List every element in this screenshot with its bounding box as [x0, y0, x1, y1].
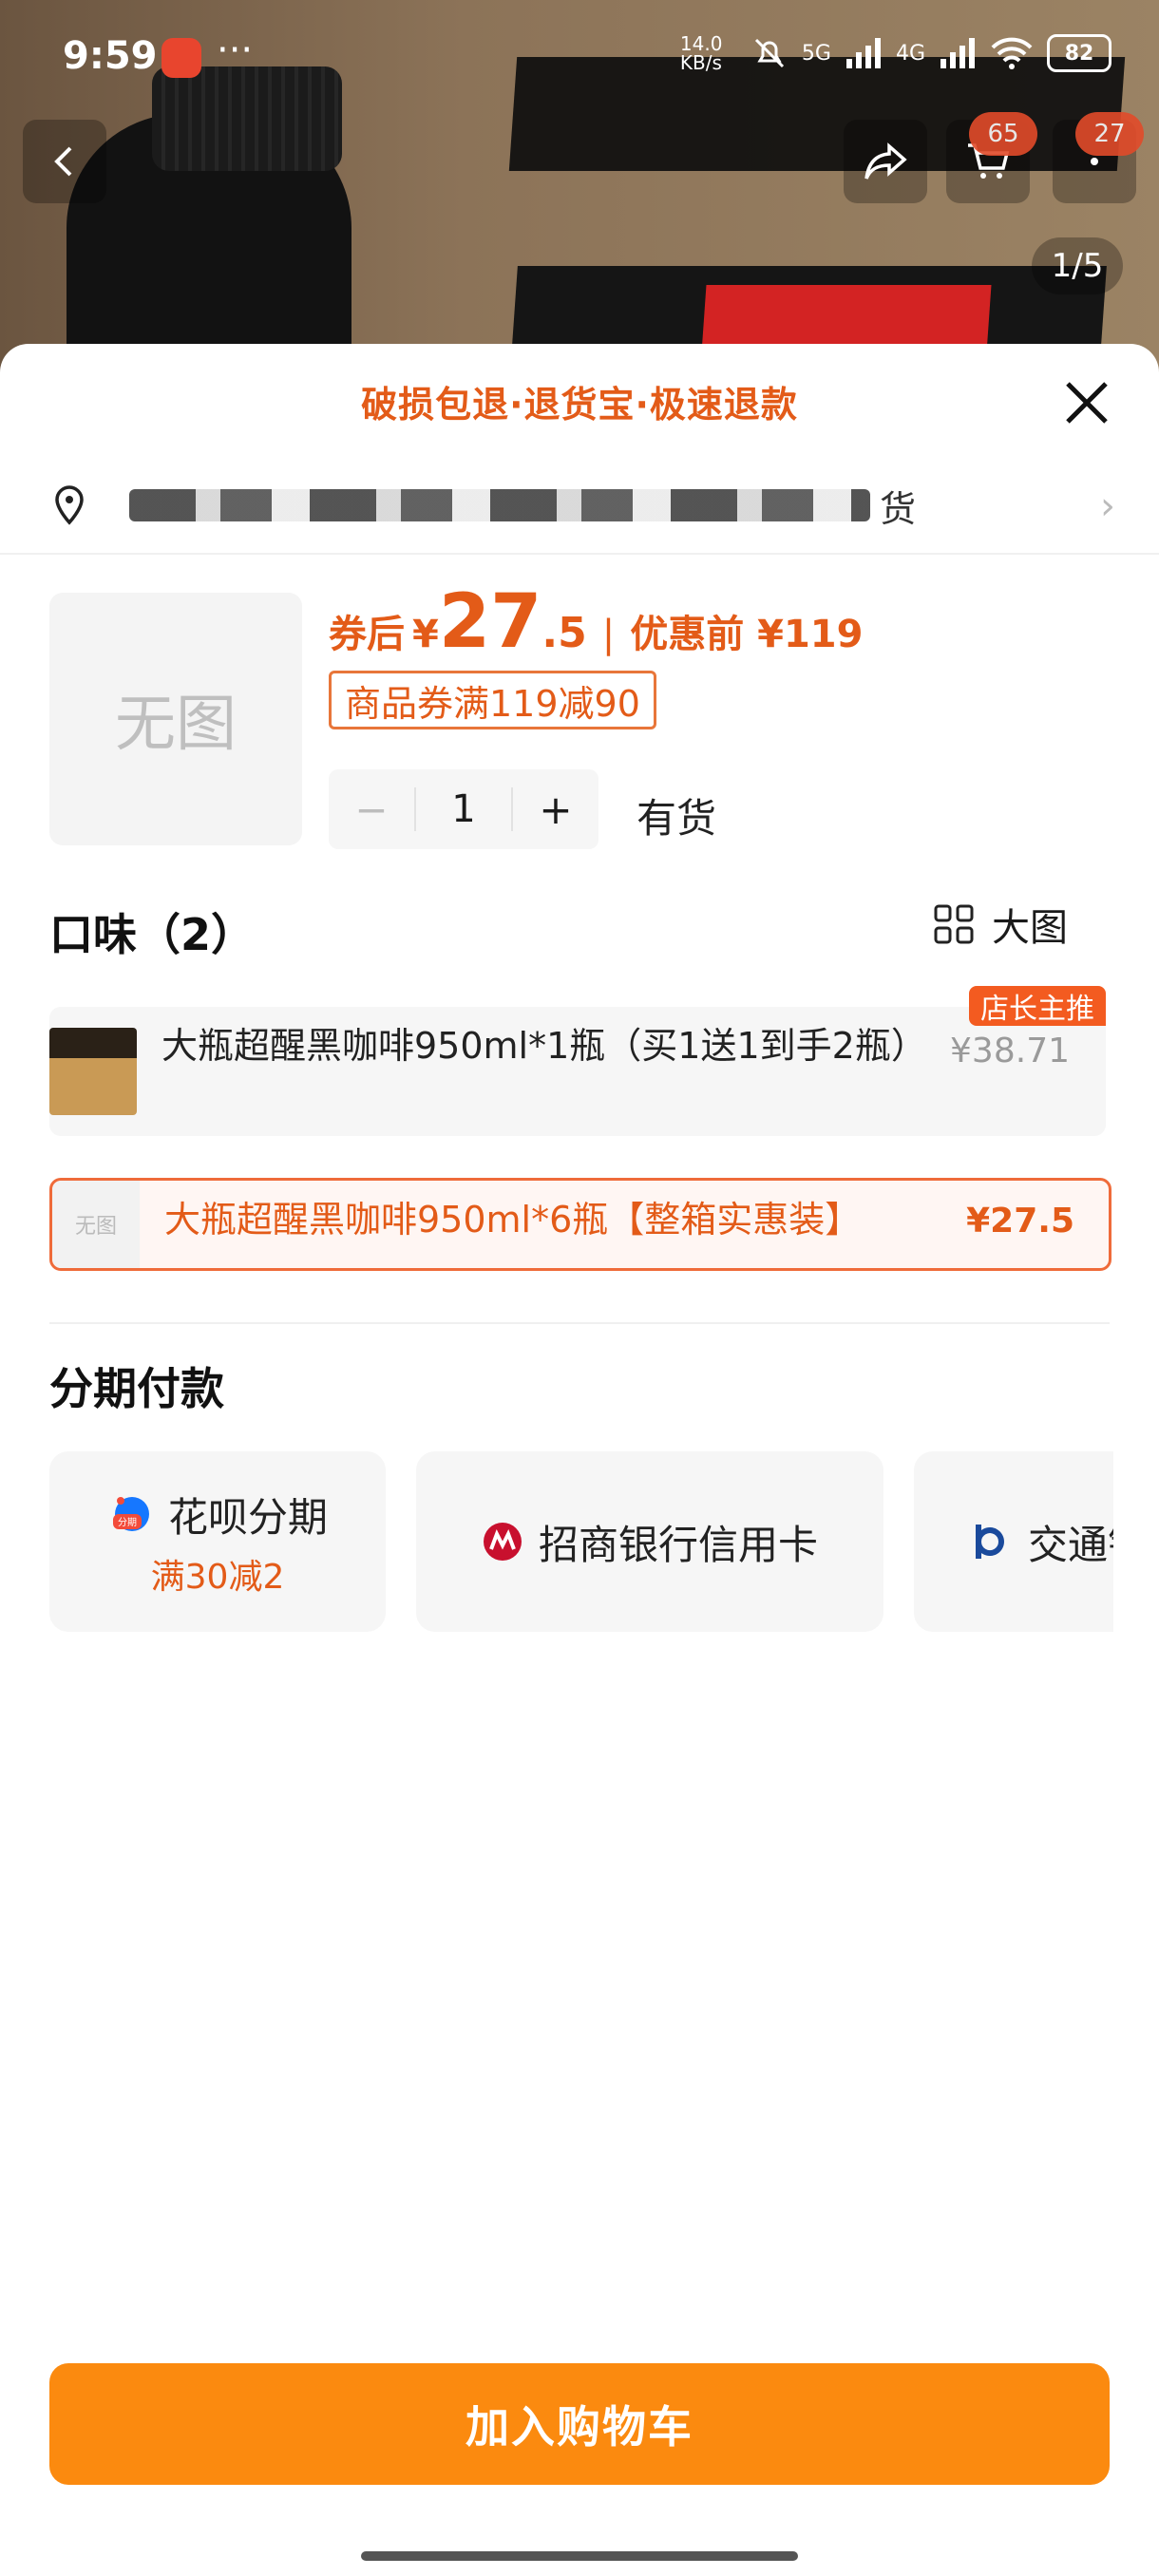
variant-option-1[interactable]: 大瓶超醒黑咖啡950ml*1瓶（买1送1到手2瓶） ¥38.71 店长主推: [49, 986, 1106, 1136]
wifi-icon: [991, 37, 1033, 69]
huabei-icon: 分期: [112, 1497, 149, 1531]
original-price: 优惠前 ¥119: [630, 613, 864, 656]
installment-name: 交通银行信用卡: [1028, 1521, 1113, 1568]
cart-button[interactable]: 65: [946, 112, 1037, 203]
signal-bars-icon-2: [940, 38, 975, 68]
service-guarantee-banner: 破损包退·退货宝·极速退款: [361, 383, 798, 426]
quantity-stepper: − 1 +: [329, 769, 598, 849]
chevron-right-icon: ›: [1100, 484, 1115, 528]
more-button[interactable]: 27: [1053, 112, 1144, 203]
app-notification-icon: [162, 38, 201, 78]
variant-thumbnail: [49, 1028, 137, 1115]
mute-icon: [754, 38, 784, 68]
status-bar: 9:59 ··· 14.0 KB/s 5G 4G 82: [0, 0, 1159, 114]
installment-name: 招商银行信用卡: [538, 1521, 818, 1568]
installment-option-cmb[interactable]: 招商银行信用卡: [416, 1451, 884, 1632]
variant-option-2-selected[interactable]: 无图 大瓶超醒黑咖啡950ml*6瓶【整箱实惠装】 ¥27.5: [49, 1178, 1112, 1271]
installment-section-title: 分期付款: [49, 1363, 224, 1414]
cmb-icon: [483, 1523, 522, 1561]
coupon-badge: 商品券满119减90: [329, 671, 656, 729]
net-speed: 14.0 KB/s: [679, 32, 723, 74]
location-pin-icon: [55, 485, 84, 525]
flavor-section-title: 口味（2）: [49, 909, 256, 960]
image-index-indicator: 1/5: [1032, 237, 1123, 294]
home-indicator[interactable]: [361, 2551, 798, 2561]
price-separator: |: [601, 613, 616, 656]
bocom-icon: [976, 1525, 1004, 1559]
close-icon: [1066, 382, 1108, 424]
big-image-toggle[interactable]: 大图: [933, 897, 1068, 952]
big-image-label: 大图: [992, 906, 1068, 950]
price-integer: 27: [438, 579, 542, 665]
variant-price: ¥27.5: [966, 1202, 1074, 1241]
variant-price: ¥38.71: [950, 1032, 1070, 1070]
variant-name: 大瓶超醒黑咖啡950ml*1瓶（买1送1到手2瓶）: [162, 1025, 927, 1067]
share-button[interactable]: [844, 120, 927, 203]
signal-bars-icon: [846, 38, 881, 68]
signal-4g-label: 4G: [895, 41, 925, 66]
installment-option-huabei[interactable]: 分期 花呗分期 满30减2: [49, 1451, 386, 1632]
variant-name: 大瓶超醒黑咖啡950ml*6瓶【整箱实惠装】: [164, 1199, 862, 1241]
stock-status: 有货: [636, 795, 717, 842]
address-suffix: 货: [880, 487, 917, 530]
recommended-tag: 店长主推: [969, 986, 1106, 1026]
add-to-cart-button[interactable]: 加入购物车: [49, 2363, 1110, 2485]
signal-5g-label: 5G: [801, 41, 831, 66]
status-icons: 14.0 KB/s 5G 4G 82: [680, 34, 1112, 72]
variant-thumbnail-placeholder: 无图: [52, 1181, 140, 1268]
battery-icon: 82: [1047, 34, 1112, 72]
cart-count-badge: 65: [969, 112, 1037, 156]
close-button[interactable]: [1056, 372, 1117, 433]
decrease-quantity-button[interactable]: −: [329, 786, 414, 833]
quantity-value[interactable]: 1: [414, 787, 513, 831]
increase-quantity-button[interactable]: +: [513, 786, 598, 833]
sku-selection-sheet: 破损包退·退货宝·极速退款 货 › 无图 券后 ¥ 27 .5 | 优惠前 ¥1…: [0, 344, 1159, 2576]
back-button[interactable]: [23, 120, 106, 203]
more-notifications-icon: ···: [217, 28, 254, 72]
installment-name: 花呗分期: [167, 1493, 328, 1541]
price-currency: ¥: [412, 613, 439, 656]
address-text-redacted: [129, 489, 870, 521]
price-row: 券后 ¥ 27 .5 | 优惠前 ¥119: [329, 579, 863, 665]
section-divider: [49, 1322, 1110, 1324]
share-icon: [864, 142, 907, 180]
grid-icon: [934, 904, 974, 944]
delivery-address-row[interactable]: 货 ›: [0, 458, 1159, 555]
selected-sku-thumbnail[interactable]: 无图: [49, 593, 302, 845]
installment-option-bocom[interactable]: 交通银行信用卡: [914, 1451, 1113, 1632]
svg-text:分期: 分期: [118, 1517, 137, 1528]
chevron-left-icon: [54, 146, 72, 177]
installment-promo: 满30减2: [150, 1557, 285, 1597]
status-time: 9:59: [63, 34, 158, 78]
message-count-badge: 27: [1075, 112, 1144, 156]
after-coupon-label: 券后: [329, 613, 405, 656]
price-decimal: .5: [542, 609, 587, 657]
